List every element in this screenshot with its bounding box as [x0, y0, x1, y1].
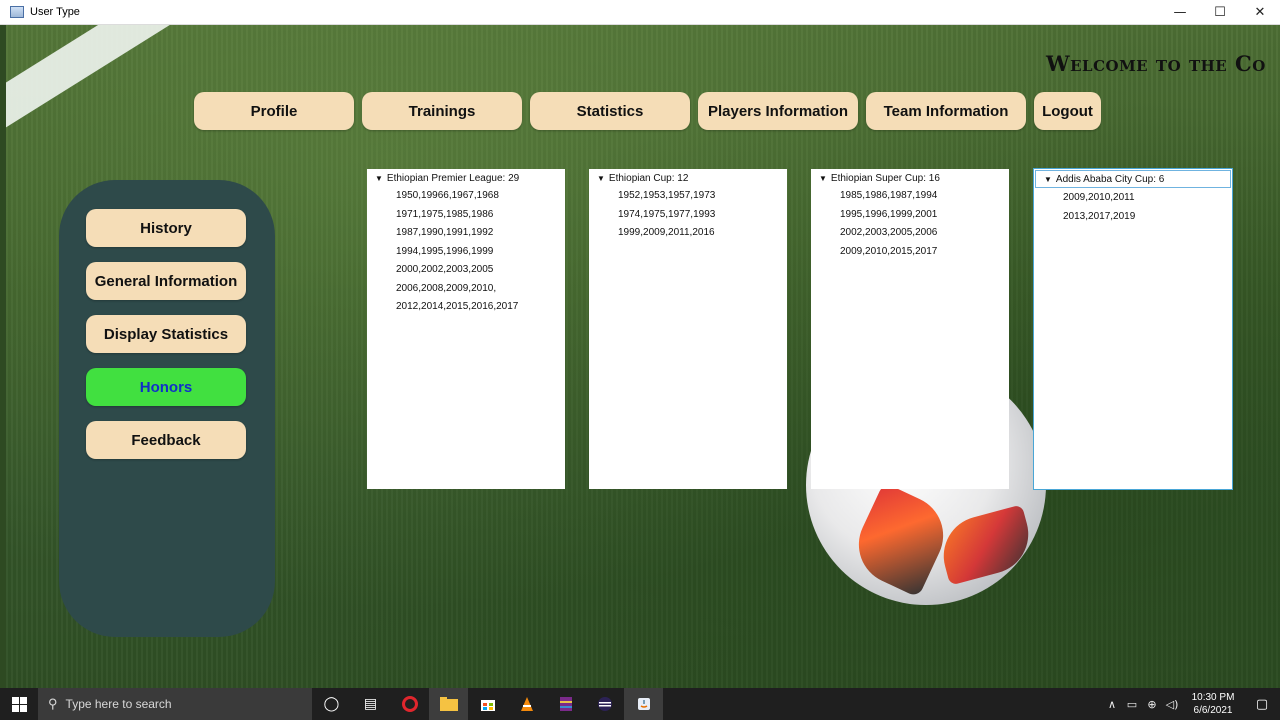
search-placeholder: Type here to search: [65, 697, 172, 711]
clock-date: 6/6/2021: [1193, 705, 1233, 716]
chevron-up-icon[interactable]: ∧: [1102, 698, 1122, 711]
tree-root[interactable]: ▼ Ethiopian Cup: 12: [589, 169, 787, 187]
tree-root-label: Ethiopian Premier League: 29: [386, 172, 520, 184]
field-line-background: [6, 25, 492, 153]
honors-button[interactable]: Honors: [86, 368, 246, 406]
taskbar-clock[interactable]: 10:30 PM 6/6/2021: [1182, 691, 1244, 717]
team-information-button[interactable]: Team Information: [866, 92, 1026, 130]
tree-item[interactable]: 1994,1995,1996,1999: [367, 243, 565, 262]
tree-item[interactable]: 1995,1996,1999,2001: [811, 206, 1009, 225]
tree-item[interactable]: 2002,2003,2005,2006: [811, 224, 1009, 243]
title-bar: User Type — ☐ ✕: [0, 0, 1280, 25]
volume-icon[interactable]: ◁): [1162, 698, 1182, 711]
system-tray: ∧ ▭ ⊕ ◁) 10:30 PM 6/6/2021 ▢: [1102, 688, 1280, 720]
expand-caret-icon[interactable]: ▼: [1044, 175, 1052, 184]
logout-button[interactable]: Logout: [1034, 92, 1101, 130]
taskbar: ⚲ Type here to search ◯ ▤ ∧ ▭ ⊕ ◁) 10:30…: [0, 688, 1280, 720]
tree-item[interactable]: 1971,1975,1985,1986: [367, 206, 565, 225]
display-statistics-button[interactable]: Display Statistics: [86, 315, 246, 353]
ethiopian-cup-tree[interactable]: ▼ Ethiopian Cup: 12 1952,1953,1957,1973 …: [589, 169, 787, 489]
minimize-button[interactable]: —: [1160, 0, 1200, 25]
opera-icon[interactable]: [390, 688, 429, 720]
profile-button[interactable]: Profile: [194, 92, 354, 130]
tree-item[interactable]: 1974,1975,1977,1993: [589, 206, 787, 225]
tree-item[interactable]: 1999,2009,2011,2016: [589, 224, 787, 243]
statistics-button[interactable]: Statistics: [530, 92, 690, 130]
network-icon[interactable]: ⊕: [1142, 698, 1162, 711]
premier-league-tree[interactable]: ▼ Ethiopian Premier League: 29 1950,1996…: [367, 169, 565, 489]
clock-time: 10:30 PM: [1191, 692, 1235, 703]
tree-item[interactable]: 2013,2017,2019: [1034, 208, 1232, 227]
expand-caret-icon[interactable]: ▼: [375, 174, 383, 183]
history-button[interactable]: History: [86, 209, 246, 247]
city-cup-tree[interactable]: ▼ Addis Ababa City Cup: 6 2009,2010,2011…: [1033, 168, 1233, 490]
tree-root[interactable]: ▼ Ethiopian Premier League: 29: [367, 169, 565, 187]
maximize-button[interactable]: ☐: [1200, 0, 1240, 25]
tree-root[interactable]: ▼ Addis Ababa City Cup: 6: [1035, 170, 1231, 188]
java-icon[interactable]: [624, 688, 663, 720]
winrar-icon[interactable]: [546, 688, 585, 720]
search-icon: ⚲: [48, 696, 58, 711]
top-navigation: Profile Trainings Statistics Players Inf…: [194, 92, 1101, 130]
welcome-heading: Welcome to the Co: [1046, 51, 1266, 76]
app-icon: [10, 6, 24, 18]
battery-icon[interactable]: ▭: [1122, 698, 1142, 711]
store-icon[interactable]: [468, 688, 507, 720]
main-content: Welcome to the Co Profile Trainings Stat…: [6, 25, 1280, 688]
taskbar-search-box[interactable]: ⚲ Type here to search: [38, 688, 312, 720]
tree-item[interactable]: 2000,2002,2003,2005: [367, 261, 565, 280]
tree-item[interactable]: 2009,2010,2015,2017: [811, 243, 1009, 262]
window-title: User Type: [30, 6, 80, 18]
tree-item[interactable]: 1985,1986,1987,1994: [811, 187, 1009, 206]
task-view-icon[interactable]: ▤: [351, 688, 390, 720]
tree-item[interactable]: 2012,2014,2015,2016,2017: [367, 298, 565, 317]
windows-start-icon[interactable]: [0, 688, 38, 720]
players-information-button[interactable]: Players Information: [698, 92, 858, 130]
cortana-icon[interactable]: ◯: [312, 688, 351, 720]
vlc-icon[interactable]: [507, 688, 546, 720]
file-explorer-icon[interactable]: [429, 688, 468, 720]
expand-caret-icon[interactable]: ▼: [597, 174, 605, 183]
tree-item[interactable]: 1987,1990,1991,1992: [367, 224, 565, 243]
tree-item[interactable]: 2006,2008,2009,2010,: [367, 280, 565, 299]
tree-root-label: Ethiopian Cup: 12: [608, 172, 689, 184]
notification-icon[interactable]: ▢: [1244, 697, 1280, 712]
window-controls: — ☐ ✕: [1160, 0, 1280, 25]
tree-root[interactable]: ▼ Ethiopian Super Cup: 16: [811, 169, 1009, 187]
tree-item[interactable]: 1952,1953,1957,1973: [589, 187, 787, 206]
expand-caret-icon[interactable]: ▼: [819, 174, 827, 183]
eclipse-icon[interactable]: [585, 688, 624, 720]
tree-item[interactable]: 2009,2010,2011: [1034, 189, 1232, 208]
feedback-button[interactable]: Feedback: [86, 421, 246, 459]
close-button[interactable]: ✕: [1240, 0, 1280, 25]
general-information-button[interactable]: General Information: [86, 262, 246, 300]
side-menu-panel: History General Information Display Stat…: [59, 180, 275, 637]
super-cup-tree[interactable]: ▼ Ethiopian Super Cup: 16 1985,1986,1987…: [811, 169, 1009, 489]
trainings-button[interactable]: Trainings: [362, 92, 522, 130]
tree-item[interactable]: 1950,19966,1967,1968: [367, 187, 565, 206]
tree-root-label: Addis Ababa City Cup: 6: [1055, 173, 1165, 185]
tree-root-label: Ethiopian Super Cup: 16: [830, 172, 940, 184]
